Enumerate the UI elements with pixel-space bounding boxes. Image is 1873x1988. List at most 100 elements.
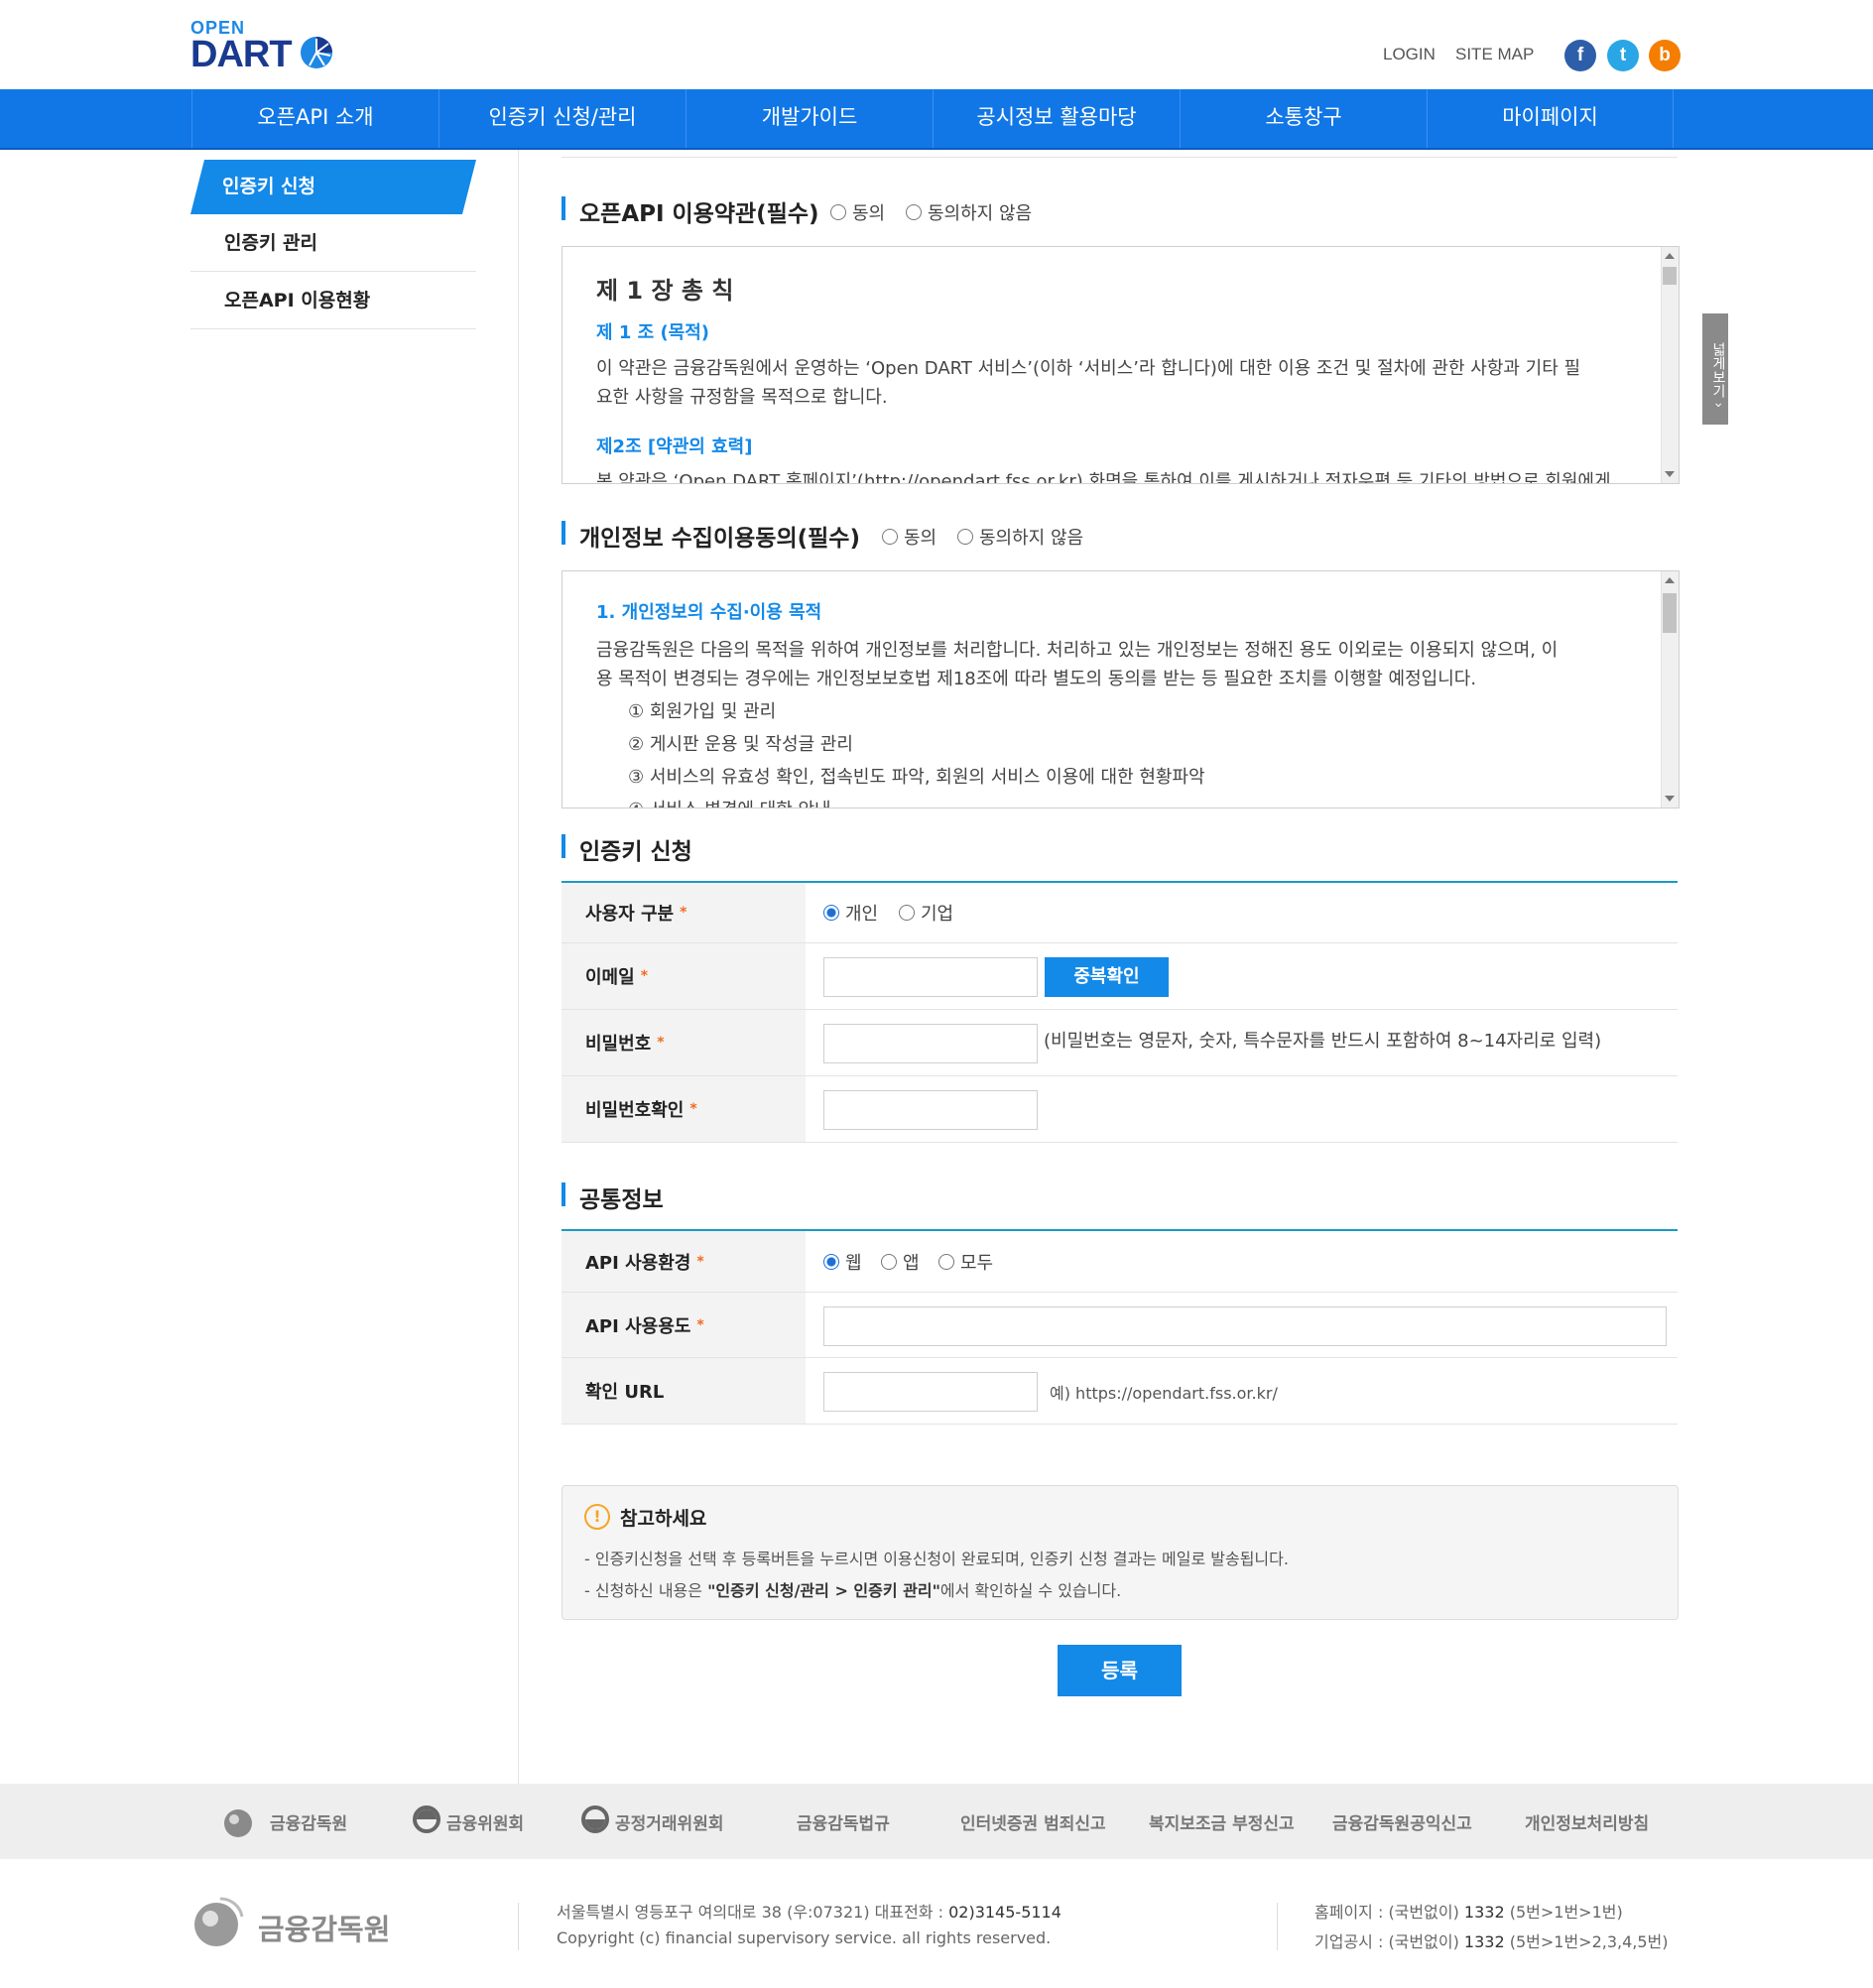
footer-link-ftc[interactable]: 공정거래위원회 [615,1809,723,1834]
section-bar [562,834,565,858]
footer-link-whistleblow[interactable]: 금융감독원공익신고 [1332,1809,1472,1834]
content-top-line [562,157,1678,158]
privacy-scroll-thumb[interactable] [1663,593,1677,633]
blogger-icon[interactable]: b [1649,40,1681,71]
email-label: 이메일 * [562,943,806,1009]
footer-homepage-phone: 홈페이지 : (국번없이) 1332 (5번>1번>1번) [1314,1903,1623,1922]
scroll-down-icon[interactable] [1665,796,1675,802]
api-usage-row: API 사용용도 * [562,1293,1678,1358]
footer-link-subsidy-fraud[interactable]: 복지보조금 부정신고 [1149,1809,1295,1834]
terms-disagree-label[interactable]: 동의하지 않음 [928,199,1032,225]
nav-openapi-intro[interactable]: 오픈API 소개 [191,89,438,148]
scroll-up-icon[interactable] [1665,577,1675,583]
scroll-up-icon[interactable] [1665,253,1675,259]
footer-link-securities-crime[interactable]: 인터넷증권 범죄신고 [960,1809,1106,1834]
sitemap-link[interactable]: SITE MAP [1455,45,1534,64]
sidebar-item-api-usage[interactable]: 오픈API 이용현황 [190,272,476,329]
privacy-item: ① 회원가입 및 관리 [628,701,777,722]
privacy-p-line1: 금융감독원은 다음의 목적을 위하여 개인정보를 처리합니다. 처리하고 있는 … [596,640,1559,661]
terms-agree-radio[interactable] [830,204,846,220]
privacy-disagree-radio[interactable] [957,529,973,545]
nav-disclosure-use[interactable]: 공시정보 활용마당 [933,89,1180,148]
password-input[interactable] [823,1024,1038,1063]
api-usage-input[interactable] [823,1306,1667,1346]
login-link[interactable]: LOGIN [1383,45,1436,64]
apply-title: 인증키 신청 [579,839,692,865]
section-bar [562,1182,565,1206]
env-web-label[interactable]: 웹 [845,1249,862,1275]
terms-art1-line1: 이 약관은 금융감독원에서 운영하는 ‘Open DART 서비스’(이하 ‘서… [596,358,1581,379]
chevron-right-icon: › [1710,402,1726,409]
notice-line2: - 신청하신 내용은 "인증키 신청/관리 > 인증키 관리"에서 확인하실 수… [584,1581,1122,1600]
env-all-label[interactable]: 모두 [960,1249,993,1275]
nav-communication[interactable]: 소통창구 [1180,89,1427,148]
open-dart-logo[interactable]: OPEN DART [190,18,339,75]
api-usage-label: API 사용용도 * [562,1293,806,1357]
privacy-agree-radio[interactable] [882,529,898,545]
logo-dart-text: DART [190,34,293,75]
twitter-icon[interactable]: t [1607,40,1639,71]
privacy-agree-label[interactable]: 동의 [904,524,936,550]
footer-address: 서울특별시 영등포구 여의대로 38 (우:07321) 대표전화 : 02)3… [557,1903,1061,1922]
email-row: 이메일 * 중복확인 [562,943,1678,1010]
wide-view-tab[interactable]: 넓게보기 › [1702,313,1728,425]
facebook-icon[interactable]: f [1564,40,1596,71]
password-confirm-input[interactable] [823,1090,1038,1130]
env-app-label[interactable]: 앱 [903,1249,920,1275]
footer-link-fsc[interactable]: 금융위원회 [446,1809,524,1834]
env-app-radio[interactable] [881,1254,897,1270]
sidebar-item-key-manage[interactable]: 인증키 관리 [190,214,476,272]
notice-line1: - 인증키신청을 선택 후 등록버튼을 누르시면 이용신청이 완료되며, 인증키… [584,1550,1289,1568]
terms-art1-title: 제 1 조 (목적) [596,322,710,343]
privacy-p-line2: 용 목적이 변경되는 경우에는 개인정보보호법 제18조에 따라 별도의 동의를… [596,669,1477,689]
terms-art2-title: 제2조 [약관의 효력] [596,436,753,457]
env-all-radio[interactable] [938,1254,954,1270]
confirm-url-hint: 예) https://opendart.fss.or.kr/ [1050,1384,1278,1403]
password-confirm-row: 비밀번호확인 * [562,1076,1678,1143]
password-confirm-label: 비밀번호확인 * [562,1076,806,1142]
nav-mypage[interactable]: 마이페이지 [1427,89,1674,148]
main-nav: 오픈API 소개 인증키 신청/관리 개발가이드 공시정보 활용마당 소통창구 … [0,89,1873,150]
password-label: 비밀번호 * [562,1010,806,1075]
user-type-personal-radio[interactable] [823,905,839,921]
section-bar [562,521,565,545]
footer-divider [518,1903,519,1950]
privacy-item: ② 게시판 운용 및 작성글 관리 [628,734,853,755]
terms-scrollbar[interactable] [1661,247,1679,483]
user-type-company-radio[interactable] [899,905,915,921]
scroll-down-icon[interactable] [1665,471,1675,477]
nav-key-apply-manage[interactable]: 인증키 신청/관리 [438,89,686,148]
privacy-item: ③ 서비스의 유효성 확인, 접속빈도 파악, 회원의 서비스 이용에 대한 현… [628,767,1205,788]
user-type-personal-label[interactable]: 개인 [845,900,878,926]
terms-art2-line1: 본 약관은 ‘Open DART 홈페이지’(http://opendart.f… [596,471,1611,484]
privacy-scrollbox[interactable]: 1. 개인정보의 수집·이용 목적 금융감독원은 다음의 목적을 위하여 개인정… [562,570,1680,808]
notice-box: ! 참고하세요 - 인증키신청을 선택 후 등록버튼을 누르시면 이용신청이 완… [562,1485,1679,1620]
terms-chapter: 제 1 장 총 칙 [596,277,734,305]
fss-logo-icon [224,1809,252,1837]
sidebar-item-key-apply[interactable]: 인증키 신청 [190,160,476,214]
terms-art1-line2: 요한 사항을 규정함을 목적으로 합니다. [596,387,888,408]
terms-disagree-radio[interactable] [906,204,922,220]
terms-scrollbox[interactable]: 제 1 장 총 칙 제 1 조 (목적) 이 약관은 금융감독원에서 운영하는 … [562,246,1680,484]
submit-button[interactable]: 등록 [1058,1645,1182,1696]
terms-agree-label[interactable]: 동의 [852,199,885,225]
env-web-radio[interactable] [823,1254,839,1270]
privacy-scrollbar[interactable] [1661,571,1679,808]
dup-check-button[interactable]: 중복확인 [1045,957,1169,997]
footer-link-regulations[interactable]: 금융감독법규 [797,1809,890,1834]
footer-disclosure-phone: 기업공시 : (국번없이) 1332 (5번>1번>2,3,4,5번) [1314,1932,1669,1951]
privacy-title: 개인정보 수집이용동의(필수) [579,526,860,552]
user-type-label: 사용자 구분 * [562,883,806,942]
api-env-row: API 사용환경 * 웹 앱 모두 [562,1231,1678,1293]
user-type-company-label[interactable]: 기업 [921,900,953,926]
privacy-disagree-label[interactable]: 동의하지 않음 [979,524,1083,550]
confirm-url-input[interactable] [823,1372,1038,1412]
wide-view-label: 넓게보기 [1710,341,1726,398]
terms-scroll-thumb[interactable] [1663,267,1677,285]
nav-dev-guide[interactable]: 개발가이드 [686,89,933,148]
footer-link-fss[interactable]: 금융감독원 [270,1809,347,1834]
confirm-url-label: 확인 URL [562,1358,806,1424]
footer-link-privacy-policy[interactable]: 개인정보처리방침 [1525,1809,1649,1834]
fss-footer-logo-icon [194,1897,244,1946]
email-input[interactable] [823,957,1038,997]
